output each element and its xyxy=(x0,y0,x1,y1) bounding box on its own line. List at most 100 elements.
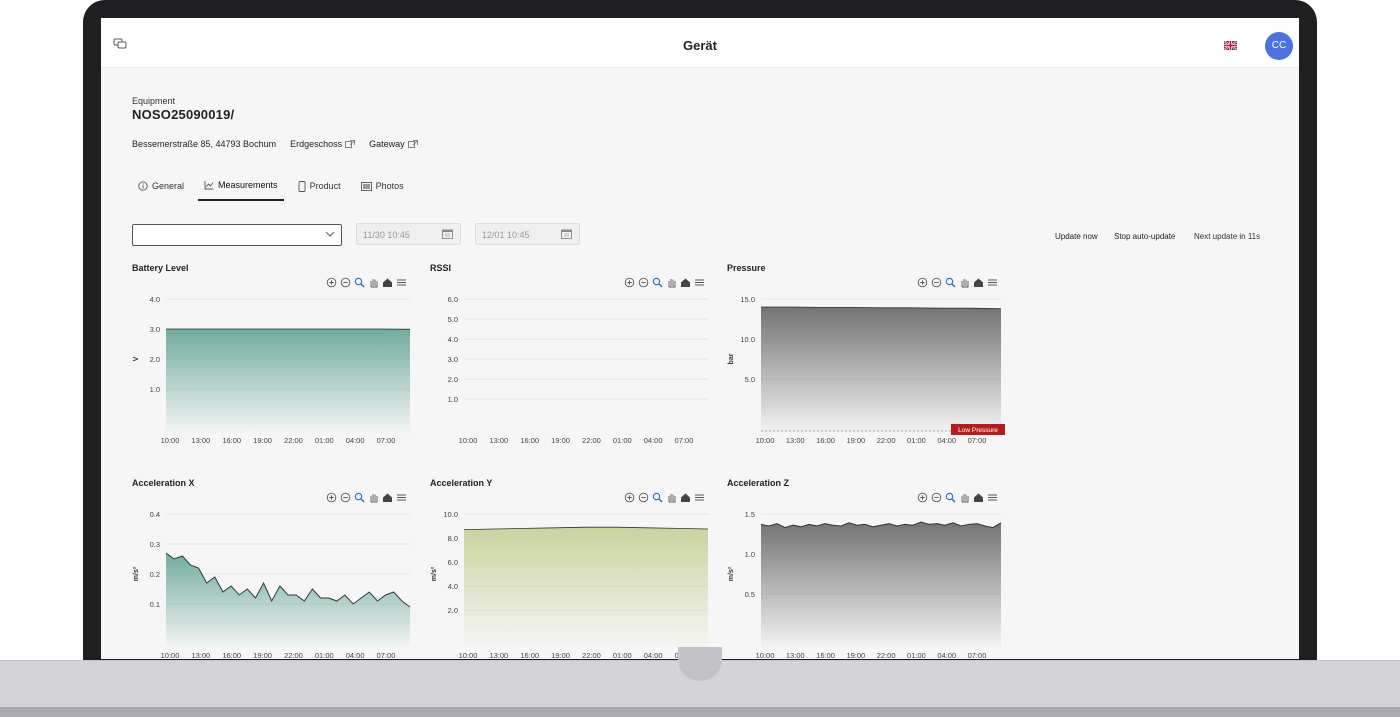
floor-link[interactable]: Erdgeschoss xyxy=(290,139,355,149)
y-axis-label: m/s² xyxy=(431,566,438,581)
x-tick-label: 10:00 xyxy=(459,436,478,445)
location-row: Bessemerstraße 85, 44793 Bochum Erdgesch… xyxy=(132,139,418,149)
y-tick-label: 0.4 xyxy=(150,510,160,519)
y-tick-label: 8.0 xyxy=(448,534,458,543)
x-tick-label: 16:00 xyxy=(520,436,539,445)
series-area xyxy=(166,553,410,648)
x-tick-label: 01:00 xyxy=(907,436,926,445)
y-tick-label: 0.3 xyxy=(150,540,160,549)
x-tick-label: 04:00 xyxy=(346,436,365,445)
tab-general[interactable]: General xyxy=(132,178,190,201)
y-tick-label: 0.5 xyxy=(745,590,755,599)
x-tick-label: 19:00 xyxy=(253,651,272,659)
avatar[interactable]: CC xyxy=(1265,32,1293,60)
chart-plot: 6.05.04.03.02.01.010:0013:0016:0019:0022… xyxy=(430,263,720,463)
y-axis-label: bar xyxy=(728,353,735,364)
series-area xyxy=(464,527,708,648)
tab-measurements-label: Measurements xyxy=(218,180,278,190)
x-tick-label: 10:00 xyxy=(756,436,775,445)
x-tick-label: 04:00 xyxy=(937,436,956,445)
stop-auto-update-button[interactable]: Stop auto-update xyxy=(1114,232,1175,241)
external-link-icon xyxy=(345,140,355,148)
x-tick-label: 07:00 xyxy=(675,436,694,445)
x-tick-label: 22:00 xyxy=(284,436,303,445)
top-bar: Gerät CC xyxy=(101,18,1299,68)
x-tick-label: 13:00 xyxy=(786,651,805,659)
pressure-chart: Pressure 15.010.05.0bar10:0013:0016:0019… xyxy=(727,263,1017,463)
laptop-notch xyxy=(678,647,722,681)
next-update-status: Next update in 11s xyxy=(1194,232,1260,241)
equipment-label: Equipment xyxy=(132,96,175,106)
tab-bar: General Measurements Product Photos xyxy=(132,178,418,201)
tab-product-label: Product xyxy=(310,181,341,191)
x-tick-label: 01:00 xyxy=(315,651,334,659)
x-tick-label: 04:00 xyxy=(644,651,663,659)
y-tick-label: 2.0 xyxy=(150,355,160,364)
y-tick-label: 2.0 xyxy=(448,606,458,615)
x-tick-label: 19:00 xyxy=(253,436,272,445)
y-tick-label: 1.0 xyxy=(745,550,755,559)
uk-flag-icon[interactable] xyxy=(1224,41,1237,50)
x-tick-label: 19:00 xyxy=(846,651,865,659)
date-from-field[interactable]: 11/30 10:45 xyxy=(356,223,461,245)
address-text: Bessemerstraße 85, 44793 Bochum xyxy=(132,139,276,149)
x-tick-label: 22:00 xyxy=(582,436,601,445)
x-tick-label: 16:00 xyxy=(222,436,241,445)
x-tick-label: 10:00 xyxy=(161,436,180,445)
gateway-link[interactable]: Gateway xyxy=(369,139,418,149)
equipment-id: NOSO25090019/ xyxy=(132,107,234,122)
x-tick-label: 04:00 xyxy=(644,436,663,445)
x-tick-label: 19:00 xyxy=(551,651,570,659)
x-tick-label: 22:00 xyxy=(877,651,896,659)
date-to-value: 12/01 10:45 xyxy=(482,230,530,240)
calendar-icon xyxy=(442,229,453,239)
external-link-icon xyxy=(408,140,418,148)
chevron-down-icon xyxy=(325,230,335,238)
x-tick-label: 19:00 xyxy=(551,436,570,445)
x-tick-label: 07:00 xyxy=(377,651,396,659)
annotation-label: Low Pressure xyxy=(958,427,998,434)
y-tick-label: 0.1 xyxy=(150,600,160,609)
tab-product[interactable]: Product xyxy=(292,178,347,201)
x-tick-label: 01:00 xyxy=(315,436,334,445)
x-tick-label: 04:00 xyxy=(937,651,956,659)
calendar-icon xyxy=(561,229,572,239)
y-tick-label: 1.0 xyxy=(448,395,458,404)
tab-measurements[interactable]: Measurements xyxy=(198,178,284,201)
x-tick-label: 16:00 xyxy=(520,651,539,659)
y-tick-label: 4.0 xyxy=(448,582,458,591)
chart-plot: 15.010.05.0bar10:0013:0016:0019:0022:000… xyxy=(727,263,1017,463)
x-tick-label: 13:00 xyxy=(489,651,508,659)
y-tick-label: 3.0 xyxy=(150,325,160,334)
y-tick-label: 6.0 xyxy=(448,295,458,304)
x-tick-label: 22:00 xyxy=(582,651,601,659)
y-tick-label: 10.0 xyxy=(740,335,755,344)
floor-link-label: Erdgeschoss xyxy=(290,139,342,149)
x-tick-label: 13:00 xyxy=(786,436,805,445)
x-tick-label: 01:00 xyxy=(907,651,926,659)
y-tick-label: 4.0 xyxy=(150,295,160,304)
y-axis-label: V xyxy=(133,356,140,361)
date-from-value: 11/30 10:45 xyxy=(363,230,410,240)
tab-photos[interactable]: Photos xyxy=(355,178,410,201)
y-axis-label: m/s² xyxy=(728,566,735,581)
acceleration-x-chart: Acceleration X 0.40.30.20.1m/s²10:0013:0… xyxy=(132,478,422,659)
x-tick-label: 13:00 xyxy=(191,651,210,659)
chart-plot: 10.08.06.04.02.0m/s²10:0013:0016:0019:00… xyxy=(430,478,720,659)
x-tick-label: 13:00 xyxy=(489,436,508,445)
update-now-button[interactable]: Update now xyxy=(1055,232,1098,241)
x-tick-label: 04:00 xyxy=(346,651,365,659)
device-icon xyxy=(298,181,306,192)
y-tick-label: 10.0 xyxy=(443,510,458,519)
y-tick-label: 1.5 xyxy=(745,510,755,519)
x-tick-label: 01:00 xyxy=(613,436,632,445)
x-tick-label: 07:00 xyxy=(968,436,987,445)
page-title: Gerät xyxy=(101,18,1299,73)
laptop-base xyxy=(0,660,1400,717)
x-tick-label: 16:00 xyxy=(222,651,241,659)
y-tick-label: 0.2 xyxy=(150,570,160,579)
date-to-field[interactable]: 12/01 10:45 xyxy=(475,223,580,245)
sensor-select[interactable] xyxy=(132,224,342,246)
x-tick-label: 22:00 xyxy=(284,651,303,659)
y-tick-label: 1.0 xyxy=(150,385,160,394)
